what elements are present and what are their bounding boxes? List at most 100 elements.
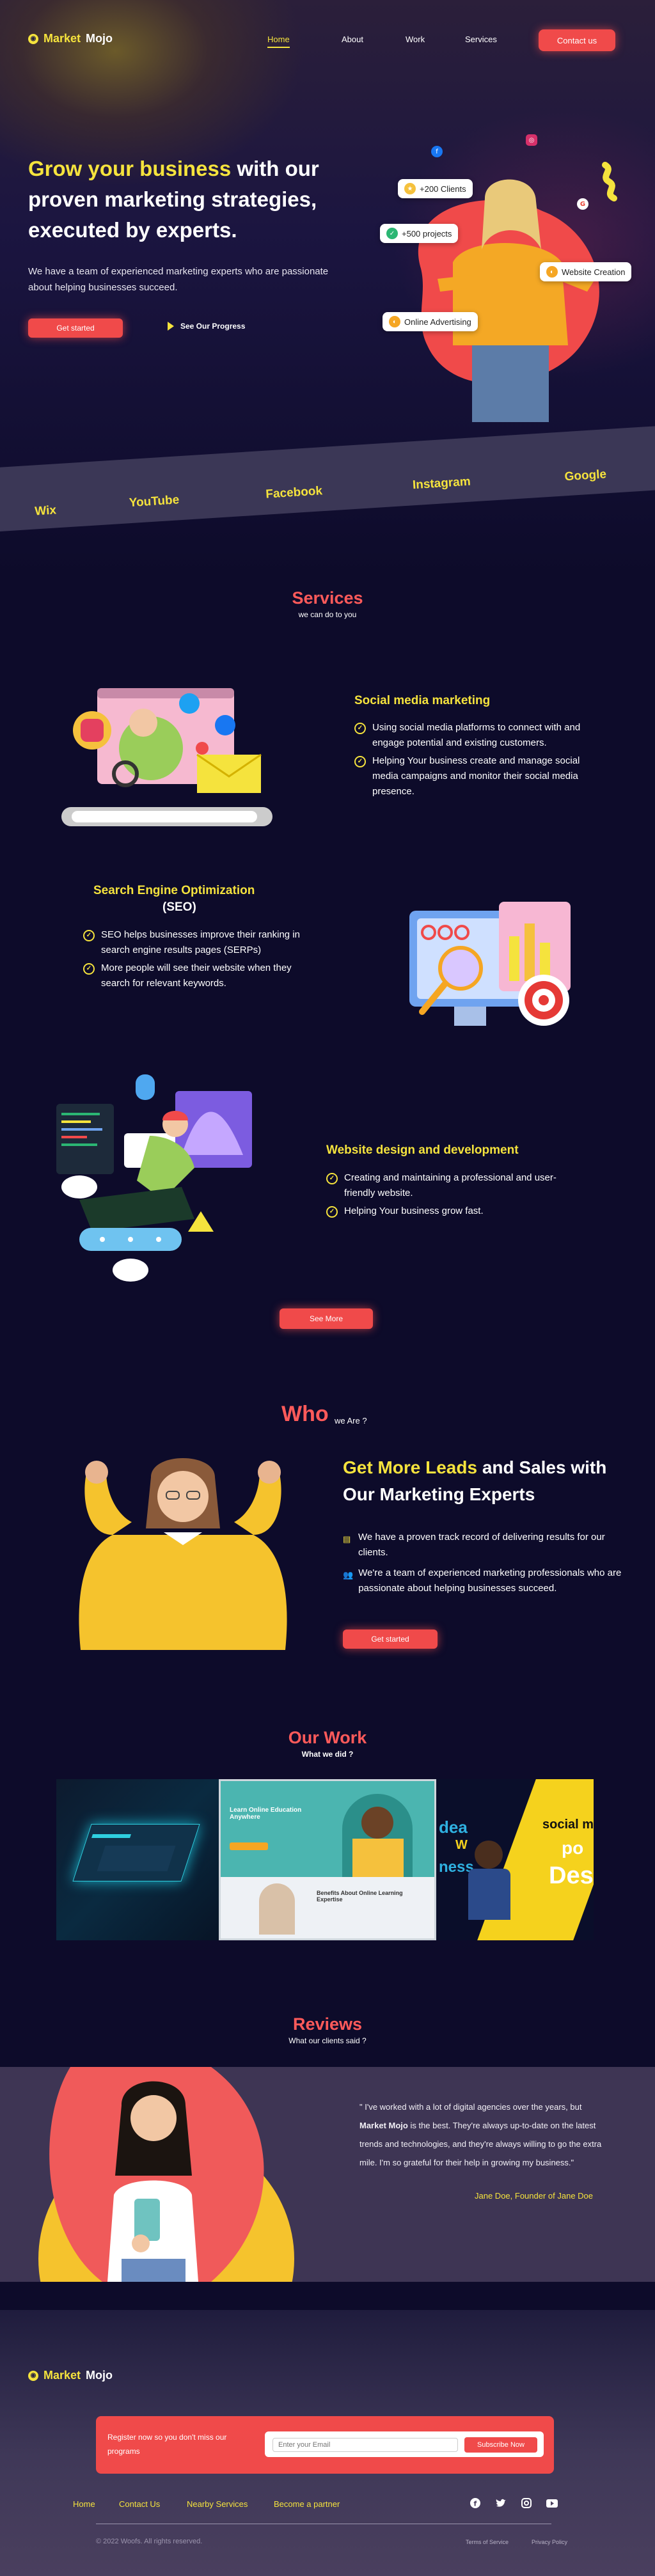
social-media-illustration bbox=[61, 684, 279, 834]
work-title: Our Work bbox=[288, 1728, 367, 1747]
contact-us-button[interactable]: Contact us bbox=[539, 29, 615, 51]
email-input[interactable] bbox=[272, 2438, 458, 2452]
online-advertising-badge: ◐ Online Advertising bbox=[383, 312, 478, 331]
clients-icon: ★ bbox=[404, 183, 416, 194]
list-item: ✓ Helping Your business grow fast. bbox=[326, 1204, 569, 1219]
play-icon bbox=[168, 322, 174, 331]
youtube-icon[interactable] bbox=[545, 2496, 559, 2510]
website-creation-label: Website Creation bbox=[562, 267, 626, 277]
work-shot-ad-social: social m bbox=[542, 1818, 594, 1832]
page: ◉ Market Mojo Home About Work Services C… bbox=[0, 0, 655, 2576]
work-shot-dashboard[interactable] bbox=[56, 1779, 219, 1940]
nav-work[interactable]: Work bbox=[406, 35, 425, 44]
facebook-icon[interactable]: f bbox=[468, 2496, 482, 2510]
who-get-started-button[interactable]: Get started bbox=[343, 1630, 438, 1649]
clients-badge: ★ +200 Clients bbox=[398, 179, 473, 198]
service-title-seo-abbr: (SEO) bbox=[162, 900, 196, 914]
hero-illustration: f ◎ G ★ +200 Clients ✓ +500 projects ◐ W… bbox=[376, 128, 632, 422]
nav-about[interactable]: About bbox=[342, 35, 363, 44]
check-circle-icon: ✓ bbox=[326, 1173, 338, 1184]
review-quote-open: " I've worked with a lot of digital agen… bbox=[359, 2102, 582, 2112]
web-design-illustration bbox=[54, 1072, 258, 1298]
footer-link-nearby[interactable]: Nearby Services bbox=[187, 2499, 248, 2509]
list-item-text: Helping Your business grow fast. bbox=[344, 1206, 484, 1216]
who-points: ▤ We have a proven track record of delive… bbox=[343, 1530, 637, 1601]
list-item: ✓ More people will see their website when… bbox=[83, 961, 313, 991]
see-more-button[interactable]: See More bbox=[280, 1308, 373, 1329]
web-icon: ◐ bbox=[546, 266, 558, 278]
check-circle-icon: ✓ bbox=[83, 963, 95, 975]
footer-brand-part2: Mojo bbox=[86, 2369, 113, 2382]
ribbon-google: Google bbox=[564, 467, 607, 484]
footer-logo[interactable]: ◉ Market Mojo bbox=[28, 2369, 113, 2382]
who-heading-highlight: Get More Leads bbox=[343, 1457, 478, 1477]
terms-link[interactable]: Terms of Service bbox=[466, 2539, 509, 2545]
hero-title: Grow your business with our proven marke… bbox=[28, 153, 361, 246]
logo-icon: ◉ bbox=[28, 2370, 38, 2381]
see-progress-label: See Our Progress bbox=[180, 322, 246, 331]
footer-link-contact[interactable]: Contact Us bbox=[119, 2499, 160, 2509]
review-quote-brand: Market Mojo bbox=[359, 2121, 408, 2130]
clients-badge-label: +200 Clients bbox=[420, 184, 466, 194]
brand-name-part2: Mojo bbox=[86, 32, 113, 45]
work-shot-ad-design[interactable]: dea W ness social m po Des bbox=[436, 1779, 594, 1940]
work-shot-ad-po: po bbox=[562, 1838, 584, 1858]
footer-brand-part1: Market bbox=[43, 2369, 81, 2382]
subscribe-form: Subscribe Now bbox=[265, 2431, 544, 2457]
work-shot-ad-des: Des bbox=[549, 1862, 594, 1889]
who-woman-image bbox=[61, 1458, 304, 1659]
projects-badge-label: +500 projects bbox=[402, 228, 452, 239]
list-item-text: More people will see their website when … bbox=[101, 962, 292, 989]
review-quote: " I've worked with a lot of digital agen… bbox=[359, 2098, 603, 2172]
services-title: Services bbox=[292, 588, 363, 608]
work-gallery: Learn Online Education Anywhere Benefits… bbox=[56, 1779, 594, 1940]
service-title-seo: Search Engine Optimization bbox=[93, 884, 255, 897]
nav-services[interactable]: Services bbox=[465, 35, 497, 44]
see-progress-link[interactable]: See Our Progress bbox=[168, 322, 245, 331]
list-item-text: SEO helps businesses improve their ranki… bbox=[101, 929, 300, 955]
list-item: ✓ Creating and maintaining a professional… bbox=[326, 1170, 569, 1201]
copyright: © 2022 Woofs. All rights reserved. bbox=[96, 2538, 203, 2545]
footer-link-home[interactable]: Home bbox=[73, 2499, 95, 2509]
instagram-icon[interactable] bbox=[519, 2496, 533, 2510]
instagram-icon: ◎ bbox=[526, 134, 537, 146]
work-shot-ad-line2: W bbox=[455, 1838, 468, 1852]
footer-link-partner[interactable]: Become a partner bbox=[274, 2499, 340, 2509]
clipboard-icon: ▤ bbox=[343, 1534, 351, 1544]
logo-icon: ◉ bbox=[28, 33, 38, 44]
top-nav: ◉ Market Mojo Home About Work Services C… bbox=[0, 0, 655, 77]
facebook-icon: f bbox=[431, 146, 443, 157]
website-creation-badge: ◐ Website Creation bbox=[540, 262, 632, 281]
check-circle-icon: ✓ bbox=[326, 1206, 338, 1218]
seo-illustration bbox=[403, 898, 582, 1048]
ribbon-wix: Wix bbox=[34, 503, 57, 519]
services-subtitle: we can do to you bbox=[298, 610, 357, 619]
brand-logo[interactable]: ◉ Market Mojo bbox=[28, 32, 113, 45]
twitter-icon[interactable] bbox=[494, 2496, 508, 2510]
check-icon: ✓ bbox=[386, 228, 398, 239]
who-heading: Get More Leads and Sales with Our Market… bbox=[343, 1454, 637, 1508]
work-shot-landing-page[interactable]: Learn Online Education Anywhere Benefits… bbox=[219, 1779, 436, 1940]
check-circle-icon: ✓ bbox=[354, 723, 366, 734]
hero-title-highlight: Grow your business bbox=[28, 157, 232, 180]
who-subtitle: we Are ? bbox=[335, 1416, 367, 1425]
list-item-text: Using social media platforms to connect … bbox=[372, 722, 581, 748]
subscribe-button[interactable]: Subscribe Now bbox=[464, 2437, 537, 2453]
nav-home[interactable]: Home bbox=[267, 35, 290, 48]
list-item-text: Helping Your business create and manage … bbox=[372, 755, 580, 797]
reviews-title: Reviews bbox=[292, 2014, 363, 2034]
hero-subtitle: We have a team of experienced marketing … bbox=[28, 266, 329, 293]
online-advertising-label: Online Advertising bbox=[404, 317, 471, 327]
ribbon-facebook: Facebook bbox=[265, 484, 323, 501]
hero-get-started-button[interactable]: Get started bbox=[28, 318, 123, 338]
check-circle-icon: ✓ bbox=[354, 756, 366, 767]
service-list-social: ✓ Using social media platforms to connect… bbox=[354, 720, 585, 802]
google-icon: G bbox=[577, 198, 588, 210]
list-item-text: Creating and maintaining a professional … bbox=[344, 1172, 556, 1198]
privacy-link[interactable]: Privacy Policy bbox=[532, 2539, 567, 2545]
team-icon: 👥 bbox=[343, 1570, 354, 1580]
social-links: f bbox=[468, 2496, 559, 2510]
check-circle-icon: ✓ bbox=[83, 930, 95, 941]
brand-name-part1: Market bbox=[43, 32, 81, 45]
legal-links: Terms of Service Privacy Policy bbox=[466, 2539, 567, 2545]
